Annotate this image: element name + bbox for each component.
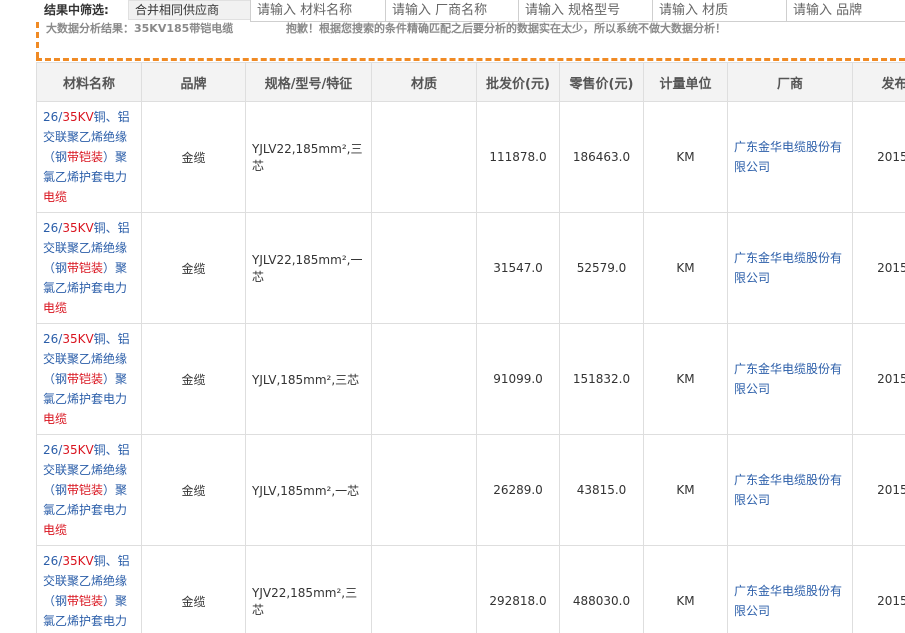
retail-price-cell: 186463.0 bbox=[559, 101, 644, 213]
material-name-part: 35KV bbox=[62, 332, 94, 346]
material-name-part: 35KV bbox=[62, 110, 94, 124]
material-name-part: 电缆 bbox=[43, 301, 68, 315]
material-filter-input[interactable] bbox=[652, 0, 787, 22]
wholesale-price-cell: 292818.0 bbox=[476, 545, 560, 633]
results-table: 材料名称 品牌 规格/型号/特征 材质 批发价(元) 零售价(元) 计量单位 厂… bbox=[36, 62, 905, 633]
material-name-part: 电缆 bbox=[43, 190, 68, 204]
wholesale-price-cell: 31547.0 bbox=[476, 212, 560, 324]
material-cell bbox=[371, 212, 477, 324]
wholesale-price-cell: 91099.0 bbox=[476, 323, 560, 435]
material-name-filter-input[interactable] bbox=[250, 0, 386, 22]
publish-date-cell: 2015- bbox=[852, 323, 905, 435]
material-name-part: 26/ bbox=[43, 221, 63, 235]
material-name-part: 26/ bbox=[43, 110, 63, 124]
material-name-part: 带铠装 bbox=[67, 594, 104, 608]
wholesale-price-cell: 26289.0 bbox=[476, 434, 560, 546]
spec-cell: YJV22,185mm²,三芯 bbox=[245, 545, 372, 633]
unit-cell: KM bbox=[643, 323, 728, 435]
header-manufacturer: 厂商 bbox=[727, 62, 853, 102]
retail-price-cell: 52579.0 bbox=[559, 212, 644, 324]
material-name-part: 电缆 bbox=[43, 523, 68, 537]
material-cell bbox=[371, 434, 477, 546]
material-name-link[interactable]: 26/35KV铜、铝交联聚乙烯绝缘（钢带铠装）聚氯乙烯护套电力电缆 bbox=[36, 101, 142, 213]
material-cell bbox=[371, 323, 477, 435]
results-table-container[interactable]: 材料名称 品牌 规格/型号/特征 材质 批发价(元) 零售价(元) 计量单位 厂… bbox=[36, 62, 905, 633]
material-name-link[interactable]: 26/35KV铜、铝交联聚乙烯绝缘（钢带铠装）聚氯乙烯护套电力电缆 bbox=[36, 545, 142, 633]
notice-border bbox=[36, 22, 39, 58]
material-name-part: 35KV bbox=[62, 221, 94, 235]
table-row[interactable]: 26/35KV铜、铝交联聚乙烯绝缘（钢带铠装）聚氯乙烯护套电力电缆 金缆 YJLV2… bbox=[36, 101, 905, 213]
material-name-part: 35KV bbox=[62, 554, 94, 568]
header-publish-date: 发布 bbox=[852, 62, 905, 102]
brand-filter-input[interactable] bbox=[786, 0, 905, 22]
header-spec: 规格/型号/特征 bbox=[245, 62, 372, 102]
material-cell bbox=[371, 545, 477, 633]
spec-cell: YJLV22,185mm²,一芯 bbox=[245, 212, 372, 324]
unit-cell: KM bbox=[643, 434, 728, 546]
material-name-part: 电缆 bbox=[43, 412, 68, 426]
table-row[interactable]: 26/35KV铜、铝交联聚乙烯绝缘（钢带铠装）聚氯乙烯护套电力电缆 金缆 YJLV,… bbox=[36, 323, 905, 435]
material-name-part: 带铠装 bbox=[67, 483, 104, 497]
unit-cell: KM bbox=[643, 212, 728, 324]
material-name-part: 带铠装 bbox=[67, 150, 104, 164]
retail-price-cell: 43815.0 bbox=[559, 434, 644, 546]
publish-date-cell: 2015- bbox=[852, 212, 905, 324]
manufacturer-link[interactable]: 广东金华电缆股份有限公司 bbox=[727, 101, 853, 213]
unit-cell: KM bbox=[643, 545, 728, 633]
header-wholesale-price: 批发价(元) bbox=[476, 62, 560, 102]
publish-date-cell: 2015- bbox=[852, 101, 905, 213]
manufacturer-link[interactable]: 广东金华电缆股份有限公司 bbox=[727, 323, 853, 435]
material-name-part: 带铠装 bbox=[67, 372, 104, 386]
spec-filter-input[interactable] bbox=[518, 0, 653, 22]
publish-date-cell: 2015- bbox=[852, 545, 905, 633]
header-unit: 计量单位 bbox=[643, 62, 728, 102]
brand-cell: 金缆 bbox=[141, 323, 246, 435]
header-material: 材质 bbox=[371, 62, 477, 102]
analysis-result-label: 大数据分析结果：35KV185带铠电缆 bbox=[46, 22, 234, 35]
brand-cell: 金缆 bbox=[141, 545, 246, 633]
manufacturer-link[interactable]: 广东金华电缆股份有限公司 bbox=[727, 212, 853, 324]
table-header-row: 材料名称 品牌 规格/型号/特征 材质 批发价(元) 零售价(元) 计量单位 厂… bbox=[36, 62, 905, 102]
material-name-part: 35KV bbox=[62, 443, 94, 457]
table-row[interactable]: 26/35KV铜、铝交联聚乙烯绝缘（钢带铠装）聚氯乙烯护套电力电缆金缆YJV22… bbox=[36, 545, 905, 633]
header-brand: 品牌 bbox=[141, 62, 246, 102]
material-cell bbox=[371, 101, 477, 213]
manufacturer-link[interactable]: 广东金华电缆股份有限公司 bbox=[727, 434, 853, 546]
header-retail-price: 零售价(元) bbox=[559, 62, 644, 102]
material-name-part: 26/ bbox=[43, 332, 63, 346]
brand-cell: 金缆 bbox=[141, 434, 246, 546]
spec-cell: YJLV,185mm²,三芯 bbox=[245, 323, 372, 435]
brand-cell: 金缆 bbox=[141, 212, 246, 324]
unit-cell: KM bbox=[643, 101, 728, 213]
spec-cell: YJLV22,185mm²,三芯 bbox=[245, 101, 372, 213]
material-name-link[interactable]: 26/35KV铜、铝交联聚乙烯绝缘（钢带铠装）聚氯乙烯护套电力电缆 bbox=[36, 212, 142, 324]
retail-price-cell: 151832.0 bbox=[559, 323, 644, 435]
header-material-name: 材料名称 bbox=[36, 62, 142, 102]
table-row[interactable]: 26/35KV铜、铝交联聚乙烯绝缘（钢带铠装）聚氯乙烯护套电力电缆 金缆 YJLV2… bbox=[36, 212, 905, 324]
retail-price-cell: 488030.0 bbox=[559, 545, 644, 633]
brand-cell: 金缆 bbox=[141, 101, 246, 213]
material-name-part: 26/ bbox=[43, 554, 63, 568]
publish-date-cell: 2015- bbox=[852, 434, 905, 546]
material-name-link[interactable]: 26/35KV铜、铝交联聚乙烯绝缘（钢带铠装）聚氯乙烯护套电力电缆 bbox=[36, 434, 142, 546]
wholesale-price-cell: 111878.0 bbox=[476, 101, 560, 213]
material-name-part: 带铠装 bbox=[67, 261, 104, 275]
filter-bar: 结果中筛选: 合并相同供应商 bbox=[36, 0, 905, 22]
manufacturer-link[interactable]: 广东金华电缆股份有限公司 bbox=[727, 545, 853, 633]
material-name-part: 26/ bbox=[43, 443, 63, 457]
filter-label: 结果中筛选: bbox=[44, 3, 109, 17]
material-name-link[interactable]: 26/35KV铜、铝交联聚乙烯绝缘（钢带铠装）聚氯乙烯护套电力电缆 bbox=[36, 323, 142, 435]
manufacturer-filter-input[interactable] bbox=[385, 0, 519, 22]
spec-cell: YJLV,185mm²,一芯 bbox=[245, 434, 372, 546]
analysis-notice: 大数据分析结果：35KV185带铠电缆 抱歉！根据您搜索的条件精确匹配之后要分析… bbox=[36, 20, 905, 61]
analysis-message: 抱歉！根据您搜索的条件精确匹配之后要分析的数据实在太少，所以系统不做大数据分析！ bbox=[286, 22, 726, 35]
table-row[interactable]: 26/35KV铜、铝交联聚乙烯绝缘（钢带铠装）聚氯乙烯护套电力电缆 金缆 YJLV,… bbox=[36, 434, 905, 546]
